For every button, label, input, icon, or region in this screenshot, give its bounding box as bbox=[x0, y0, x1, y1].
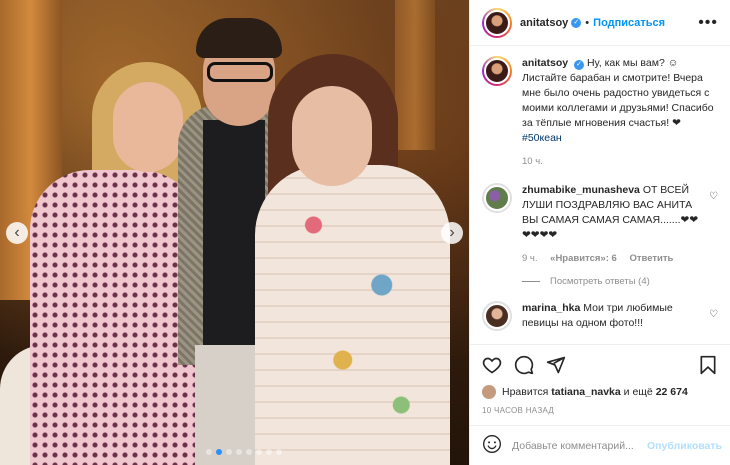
like-comment-heart-icon[interactable]: ♡ bbox=[709, 309, 718, 320]
chevron-right-icon: › bbox=[449, 224, 455, 241]
add-comment-bar: Опубликовать bbox=[470, 425, 730, 465]
post-header: anitatsoy ✓ • Подписаться ••• bbox=[470, 0, 730, 46]
photo-woman-right-face bbox=[292, 86, 372, 186]
follow-button[interactable]: Подписаться bbox=[593, 17, 665, 29]
comment-username[interactable]: zhumabike_munasheva bbox=[522, 184, 640, 196]
carousel-dot bbox=[246, 449, 252, 455]
caption-username[interactable]: anitatsoy bbox=[522, 57, 568, 69]
like-comment-heart-icon[interactable]: ♡ bbox=[709, 191, 718, 202]
replies-divider bbox=[522, 281, 540, 282]
post-timestamp[interactable]: 10 ЧАСОВ НАЗАД bbox=[482, 406, 718, 415]
more-options-icon[interactable]: ••• bbox=[698, 14, 718, 32]
like-heart-icon[interactable] bbox=[482, 355, 502, 375]
verified-badge-icon: ✓ bbox=[574, 60, 585, 70]
caption-time[interactable]: 10 ч. bbox=[522, 156, 543, 167]
comment-username[interactable]: marina_hka bbox=[522, 302, 580, 314]
photo-woman-right-dress bbox=[255, 165, 450, 465]
view-replies-button[interactable]: Посмотреть ответы (4) bbox=[522, 276, 718, 287]
chevron-left-icon: ‹ bbox=[14, 224, 20, 241]
commenter-avatar[interactable] bbox=[482, 301, 512, 331]
photo-man-hair bbox=[196, 18, 282, 58]
author-username[interactable]: anitatsoy bbox=[520, 17, 568, 29]
carousel-dot bbox=[226, 449, 232, 455]
carousel-prev-button[interactable]: ‹ bbox=[6, 222, 28, 244]
carousel-next-button[interactable]: › bbox=[441, 222, 463, 244]
comment-time[interactable]: 9 ч. bbox=[522, 253, 538, 264]
carousel-dot bbox=[266, 449, 272, 455]
save-bookmark-icon[interactable] bbox=[698, 355, 718, 375]
comment-likes[interactable]: «Нравится»: 6 bbox=[550, 253, 617, 264]
photo-column-right bbox=[395, 0, 435, 150]
header-separator: • bbox=[585, 16, 590, 29]
likes-summary[interactable]: Нравится tatiana_navka и ещё 22 674 bbox=[482, 385, 718, 399]
comments-list[interactable]: anitatsoy ✓ Ну, как мы вам? ☺ Листайте б… bbox=[482, 56, 718, 341]
comment-body: zhumabike_munasheva ОТ ВСЕЙ ЛУШИ ПОЗДРАВ… bbox=[522, 183, 718, 266]
carousel-dot bbox=[276, 449, 282, 455]
carousel-dot bbox=[206, 449, 212, 455]
caption: anitatsoy ✓ Ну, как мы вам? ☺ Листайте б… bbox=[482, 56, 718, 169]
photo-woman-left-dress bbox=[30, 170, 200, 465]
reply-button[interactable]: Ответить bbox=[629, 253, 673, 264]
publish-button[interactable]: Опубликовать bbox=[647, 440, 722, 452]
author-avatar[interactable] bbox=[482, 7, 512, 38]
photo-woman-left-face bbox=[113, 82, 183, 172]
likes-prefix: Нравится bbox=[502, 386, 549, 398]
carousel-indicator bbox=[206, 449, 282, 455]
comment-item: marina_hka Мои три любимые певицы на одн… bbox=[482, 301, 718, 331]
post-sidebar: anitatsoy ✓ • Подписаться ••• anitatsoy … bbox=[469, 0, 730, 465]
comment-body: marina_hka Мои три любимые певицы на одн… bbox=[522, 301, 718, 331]
photo-man-glasses bbox=[207, 62, 273, 82]
caption-avatar[interactable] bbox=[482, 56, 512, 86]
post-actions: Нравится tatiana_navka и ещё 22 674 10 Ч… bbox=[470, 344, 730, 415]
liker-avatar bbox=[482, 385, 496, 399]
share-paper-plane-icon[interactable] bbox=[546, 355, 566, 375]
verified-badge-icon: ✓ bbox=[571, 17, 582, 28]
comment-bubble-icon[interactable] bbox=[514, 355, 534, 375]
view-replies-label: Посмотреть ответы (4) bbox=[550, 276, 650, 287]
comment-item: zhumabike_munasheva ОТ ВСЕЙ ЛУШИ ПОЗДРАВ… bbox=[482, 183, 718, 266]
liker-username[interactable]: tatiana_navka bbox=[551, 386, 620, 398]
post-photo[interactable]: ‹ › bbox=[0, 0, 469, 465]
carousel-dot bbox=[256, 449, 262, 455]
likes-suffix: и ещё bbox=[623, 386, 653, 398]
carousel-dot bbox=[216, 449, 222, 455]
commenter-avatar[interactable] bbox=[482, 183, 512, 213]
likes-count[interactable]: 22 674 bbox=[656, 386, 688, 398]
carousel-dot bbox=[236, 449, 242, 455]
comment-input[interactable] bbox=[512, 439, 647, 452]
emoji-smile-icon[interactable] bbox=[482, 434, 502, 457]
caption-body: anitatsoy ✓ Ну, как мы вам? ☺ Листайте б… bbox=[522, 56, 718, 169]
caption-hashtag[interactable]: #50кеан bbox=[522, 132, 562, 144]
